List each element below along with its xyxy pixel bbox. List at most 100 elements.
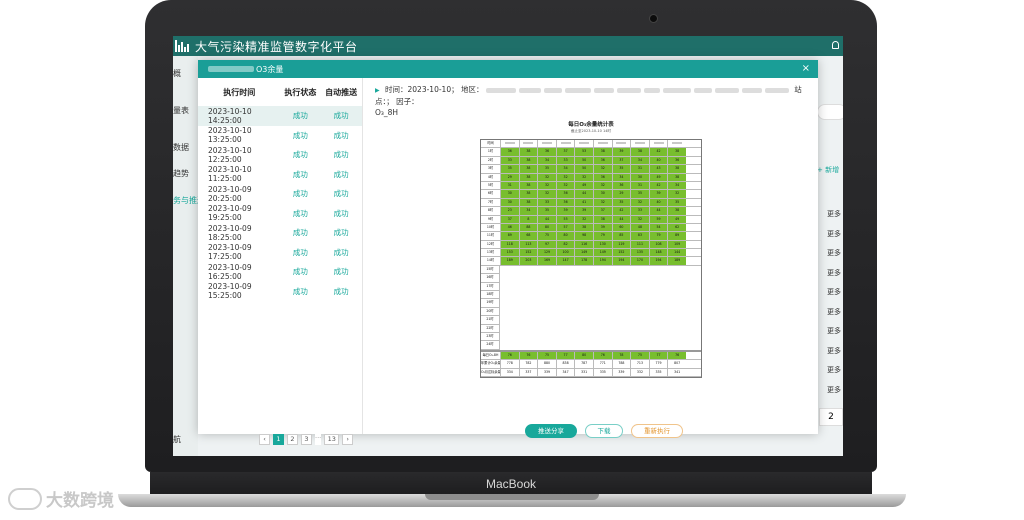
grid-hour-label: 23时 — [481, 332, 500, 342]
page-button[interactable]: 2 — [287, 434, 298, 445]
grid-row: 10时 46 88 80 57 38 39 60 48 54 62 — [481, 223, 701, 233]
row-time: 2023-10-09 17:25:00 — [208, 243, 252, 262]
page-button[interactable]: 1 — [273, 434, 284, 445]
grid-summary-cell: 880 — [537, 360, 556, 368]
page-ellipsis: ··· — [315, 434, 322, 445]
grid-value-cell: 54 — [648, 223, 668, 232]
grid-summary-cell: 339 — [537, 368, 556, 376]
table-row[interactable]: 2023-10-09 20:25:00 成功 成功 — [198, 184, 362, 204]
grid-value-cell: 42 — [611, 207, 631, 215]
grid-value-cell: 36 — [555, 198, 575, 207]
grid-footer: 每日O₃-8H 76 76 75 77 80 76 78 75 77 76 年累计O₃余量 778 782… — [481, 349, 701, 377]
grid-value-cell: 149 — [574, 249, 593, 257]
grid-value-cell: 38 — [518, 198, 538, 207]
grid-value-cell: 32 — [667, 190, 686, 198]
table-row[interactable]: 2023-10-09 17:25:00 成功 成功 — [198, 243, 362, 263]
more-link[interactable]: 更多 — [827, 365, 841, 375]
redacted-site-header — [574, 140, 593, 148]
grid-value-cell: 38 — [518, 190, 538, 198]
grid-value-cell: 39 — [611, 148, 631, 156]
table-row[interactable]: 2023-10-09 16:25:00 成功 成功 — [198, 262, 362, 282]
grid-summary-cell: 76 — [667, 351, 686, 360]
push-share-button[interactable]: 推送分享 — [525, 424, 577, 438]
sidebar-item-overview[interactable]: 概 — [173, 68, 198, 79]
sidebar-item-tasks-push[interactable]: 务与推送 — [173, 195, 198, 206]
more-link[interactable]: 更多 — [827, 268, 841, 278]
grid-value-cell: 38 — [518, 156, 538, 165]
grid-value-cell: 38 — [630, 148, 649, 156]
grid-hour-label: 7时 — [481, 198, 500, 207]
grid-value-cell: 38 — [592, 215, 612, 223]
grid-value-cell: 49 — [574, 181, 593, 190]
grid-summary-cell: 341 — [667, 368, 686, 376]
background-page-number[interactable]: 2 — [819, 408, 843, 426]
redacted-site-header — [648, 140, 668, 148]
watermark-logo-icon — [8, 487, 42, 510]
grid-value-cell: 29 — [500, 173, 519, 181]
grid-value-cell: 38 — [667, 207, 686, 215]
grid-value-cell: 113 — [518, 240, 538, 249]
sidebar-item-tables[interactable]: 量表 — [173, 105, 198, 116]
grid-value-cell: 50 — [574, 156, 593, 165]
grid-value-cell: 108 — [648, 240, 668, 249]
sidebar-item-nav[interactable]: 航 — [173, 434, 198, 445]
page-button[interactable]: 13 — [324, 434, 340, 445]
background-search[interactable] — [817, 104, 843, 120]
table-row[interactable]: 2023-10-10 11:25:00 成功 成功 — [198, 165, 362, 185]
grid-value-cell: 37 — [555, 148, 575, 156]
grid-value-cell: 89 — [667, 232, 686, 240]
rerun-button[interactable]: 重新执行 — [631, 424, 683, 438]
grid-value-cell: 38 — [667, 148, 686, 156]
row-push: 成功 — [333, 189, 349, 199]
download-button[interactable]: 下载 — [585, 424, 623, 438]
grid-value-cell: 32 — [555, 181, 575, 190]
next-page-button[interactable]: › — [342, 434, 354, 445]
table-row[interactable]: 2023-10-10 12:25:00 成功 成功 — [198, 145, 362, 165]
grid-summary-cell: 80 — [574, 351, 593, 360]
table-row[interactable]: 2023-10-10 13:25:00 成功 成功 — [198, 126, 362, 146]
info-time-value: 2023-10-10； — [407, 85, 459, 94]
table-row[interactable]: 2023-10-10 14:25:00 成功 成功 — [198, 106, 362, 126]
more-link[interactable]: 更多 — [827, 229, 841, 239]
more-link[interactable]: 更多 — [827, 287, 841, 297]
prev-page-button[interactable]: ‹ — [259, 434, 270, 445]
sidebar-item-trend[interactable]: 趋势 — [173, 168, 198, 179]
more-link[interactable]: 更多 — [827, 346, 841, 356]
grid-summary-cell: 778 — [500, 360, 519, 368]
grid-row: 18时 — [481, 291, 701, 300]
more-link[interactable]: 更多 — [827, 209, 841, 219]
report-preview: ▶ 时间：2023-10-10； 地区： 站点：； 因子： O₃_8H 每日O₃… — [375, 78, 818, 438]
more-link[interactable]: 更多 — [827, 385, 841, 395]
table-row[interactable]: 2023-10-09 19:25:00 成功 成功 — [198, 204, 362, 224]
row-time: 2023-10-09 20:25:00 — [208, 184, 252, 203]
grid-value-cell: 41 — [574, 198, 593, 207]
grid-hour-label: 21时 — [481, 316, 500, 325]
more-link[interactable]: 更多 — [827, 326, 841, 336]
close-icon[interactable]: × — [802, 63, 810, 74]
grid-value-cell: 194 — [611, 257, 631, 265]
grid-value-cell: 31 — [630, 181, 649, 190]
table-row[interactable]: 2023-10-09 18:25:00 成功 成功 — [198, 223, 362, 243]
add-new-link[interactable]: + 新增 — [817, 165, 839, 175]
more-link[interactable]: 更多 — [827, 248, 841, 258]
row-status: 成功 — [292, 228, 308, 238]
grid-value-cell: 36 — [592, 173, 612, 181]
row-time: 2023-10-09 18:25:00 — [208, 223, 252, 242]
grid-summary-row: 每日O₃-8H 76 76 75 77 80 76 78 75 77 76 — [481, 351, 701, 361]
grid-hour-label: 16时 — [481, 274, 500, 283]
table-row[interactable]: 2023-10-09 15:25:00 成功 成功 — [198, 282, 362, 302]
grid-value-cell: 49 — [648, 173, 668, 181]
triangle-icon: ▶ — [375, 87, 380, 94]
grid-summary-cell: 77 — [555, 351, 575, 360]
grid-value-cell: 53 — [574, 148, 593, 156]
sidebar-item-data[interactable]: 数据 — [173, 142, 198, 153]
redacted-site-header — [667, 140, 686, 148]
grid-value-cell: 40 — [648, 156, 668, 165]
more-link[interactable]: 更多 — [827, 307, 841, 317]
page-button[interactable]: 3 — [301, 434, 312, 445]
grid-value-cell: 100 — [555, 249, 575, 257]
grid-hour-label: 5时 — [481, 181, 500, 190]
grid-value-cell: 39 — [592, 223, 612, 232]
bell-icon[interactable] — [832, 41, 839, 49]
redacted-text — [208, 66, 254, 72]
